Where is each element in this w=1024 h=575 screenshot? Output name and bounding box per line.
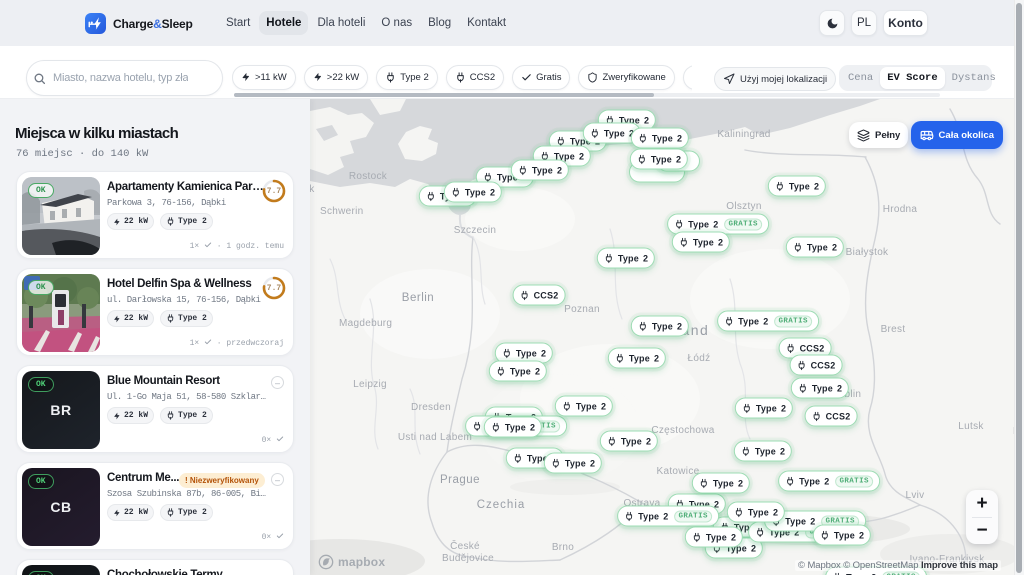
svg-text:Brno: Brno [552, 542, 574, 553]
svg-text:ck: ck [310, 184, 315, 195]
svg-text:Brest: Brest [881, 324, 906, 335]
svg-text:Dresden: Dresden [411, 402, 451, 413]
svg-text:Lutsk: Lutsk [958, 421, 984, 432]
svg-text:Leipzig: Leipzig [353, 379, 387, 390]
svg-text:Rostock: Rostock [349, 171, 388, 182]
svg-text:Czechia: Czechia [477, 499, 526, 511]
svg-text:Łódź: Łódź [688, 353, 711, 364]
svg-text:Białystok: Białystok [846, 247, 889, 258]
svg-text:Katowice: Katowice [657, 466, 700, 477]
svg-text:Poznan: Poznan [564, 304, 600, 315]
svg-text:Olsztyn: Olsztyn [726, 201, 761, 212]
svg-text:Prague: Prague [440, 474, 480, 486]
svg-text:Schwerin: Schwerin [320, 206, 364, 217]
svg-text:Berlin: Berlin [402, 292, 434, 304]
svg-text:Lviv: Lviv [906, 490, 925, 501]
svg-text:Hrodna: Hrodna [883, 204, 918, 215]
svg-text:Częstochowa: Częstochowa [651, 425, 714, 436]
svg-text:Magdeburg: Magdeburg [339, 318, 392, 329]
svg-text:České: České [450, 539, 480, 552]
svg-text:Budějovice: Budějovice [442, 553, 494, 564]
svg-text:Szczecin: Szczecin [454, 225, 496, 236]
svg-text:Kaliningrad: Kaliningrad [717, 129, 770, 140]
svg-text:Usti nad Labem: Usti nad Labem [398, 432, 472, 443]
